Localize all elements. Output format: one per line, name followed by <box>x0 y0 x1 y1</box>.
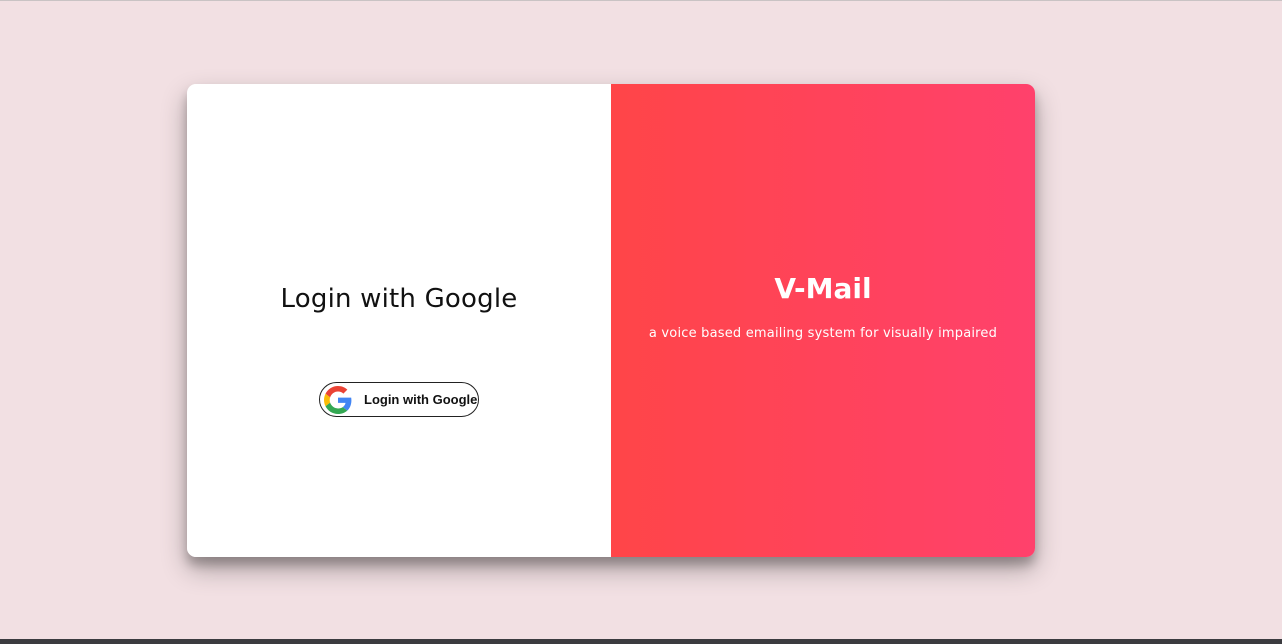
google-login-button-label: Login with Google <box>364 392 478 407</box>
brand-title: V-Mail <box>774 272 872 305</box>
window-top-border <box>0 0 1282 1</box>
brand-subtitle: a voice based emailing system for visual… <box>648 326 998 341</box>
login-card: Login with Google Login with Google V-Ma… <box>187 84 1035 557</box>
google-login-button[interactable]: Login with Google <box>319 382 479 417</box>
login-heading: Login with Google <box>280 284 518 314</box>
taskbar-strip <box>0 639 1282 644</box>
brand-panel: V-Mail a voice based emailing system for… <box>611 84 1035 557</box>
login-panel: Login with Google Login with Google <box>187 84 611 557</box>
google-logo-icon <box>323 385 352 414</box>
